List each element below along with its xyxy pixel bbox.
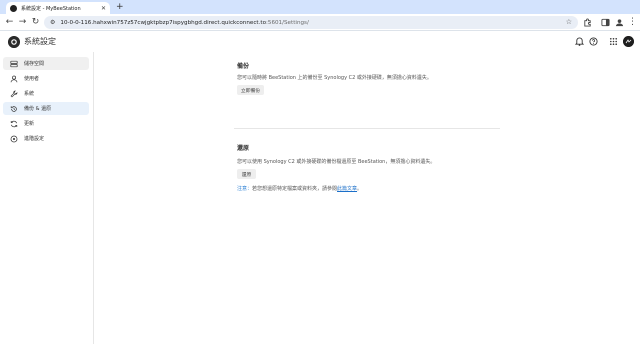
- backup-description: 您可以隨時將 BeeStation 上的備份至 Synology C2 或外接硬…: [237, 75, 432, 81]
- notification-bell-icon[interactable]: [575, 37, 584, 46]
- settings-logo-icon: [8, 36, 20, 48]
- browser-menu-icon[interactable]: ⋮: [627, 17, 638, 28]
- app-title: 系統設定: [24, 37, 56, 46]
- beestation-favicon-icon: [10, 4, 17, 12]
- note-text: 若您想還原特定檔案或資料夾，請參閱: [252, 186, 338, 192]
- extensions-icon[interactable]: [583, 18, 592, 27]
- restore-description: 您可以使用 Synology C2 或外接硬碟的備份檔還原至 BeeStatio…: [237, 159, 436, 165]
- browser-tab-title: 系統設定 - MyBeeStation: [21, 5, 81, 12]
- settings-content: 備份 您可以隨時將 BeeStation 上的備份至 Synology C2 或…: [94, 52, 640, 344]
- note-end: 。: [357, 186, 363, 192]
- restore-section-title: 還原: [237, 145, 250, 152]
- sidebar-item-label: 儲存空間: [24, 61, 45, 67]
- section-divider: [234, 128, 500, 129]
- forward-icon[interactable]: →: [17, 17, 28, 28]
- note-article-link[interactable]: 此篇文章: [337, 186, 357, 192]
- sidebar-item-label: 備份 & 還原: [24, 106, 52, 112]
- browser-tabstrip: 系統設定 - MyBeeStation ✕ +: [0, 0, 640, 14]
- address-url: 10-0-0-116.hahxwin757z57cwjgktpbzp7ispyg…: [60, 19, 309, 26]
- backup-restore-icon: [10, 105, 17, 112]
- sidebar-item-users[interactable]: 使用者: [3, 72, 89, 85]
- help-icon[interactable]: [589, 37, 598, 46]
- browser-toolbar: ← → ↻ ⚙ 10-0-0-116.hahxwin757z57cwjgktpb…: [0, 14, 640, 31]
- apps-grid-icon[interactable]: [609, 37, 618, 46]
- new-tab-icon[interactable]: +: [116, 2, 124, 12]
- site-info-icon[interactable]: ⚙: [50, 19, 55, 26]
- sidebar-item-backup-restore[interactable]: 備份 & 還原: [3, 102, 89, 115]
- bookmark-star-icon[interactable]: ☆: [566, 18, 572, 26]
- sidebar-item-label: 更新: [24, 121, 35, 127]
- app: 系統設定 儲存空間 使用者 系統 備份 & 還原 更新 進階設定 備份 您可以隨…: [0, 32, 640, 344]
- restore-button[interactable]: 還原: [237, 169, 256, 179]
- sidebar-item-system[interactable]: 系統: [3, 87, 89, 100]
- sidebar-item-label: 使用者: [24, 76, 40, 82]
- profile-icon[interactable]: [615, 18, 624, 27]
- side-panel-icon[interactable]: [601, 18, 610, 27]
- back-icon[interactable]: ←: [4, 17, 15, 28]
- settings-sidebar: 儲存空間 使用者 系統 備份 & 還原 更新 進階設定: [0, 52, 94, 344]
- account-avatar[interactable]: [623, 36, 634, 47]
- sidebar-item-update[interactable]: 更新: [3, 117, 89, 130]
- backup-section-title: 備份: [237, 63, 250, 70]
- storage-icon: [10, 60, 18, 67]
- tab-close-icon[interactable]: ✕: [101, 5, 106, 12]
- advanced-settings-icon: [10, 135, 18, 142]
- browser-tab[interactable]: 系統設定 - MyBeeStation ✕: [6, 2, 110, 14]
- restore-note: 注意：若您想還原特定檔案或資料夾，請參閱此篇文章。: [237, 185, 362, 192]
- address-bar[interactable]: ⚙ 10-0-0-116.hahxwin757z57cwjgktpbzp7isp…: [44, 16, 578, 29]
- note-label: 注意：: [237, 186, 253, 192]
- wrench-icon: [10, 90, 18, 97]
- backup-now-button[interactable]: 立即備份: [237, 85, 264, 95]
- user-icon: [10, 75, 18, 82]
- refresh-icon: [10, 120, 18, 127]
- reload-icon[interactable]: ↻: [30, 17, 41, 28]
- sidebar-item-label: 系統: [24, 91, 35, 97]
- sidebar-item-label: 進階設定: [24, 136, 45, 142]
- app-header: 系統設定: [0, 32, 640, 52]
- sidebar-item-storage[interactable]: 儲存空間: [3, 57, 89, 70]
- sidebar-item-advanced[interactable]: 進階設定: [3, 132, 89, 145]
